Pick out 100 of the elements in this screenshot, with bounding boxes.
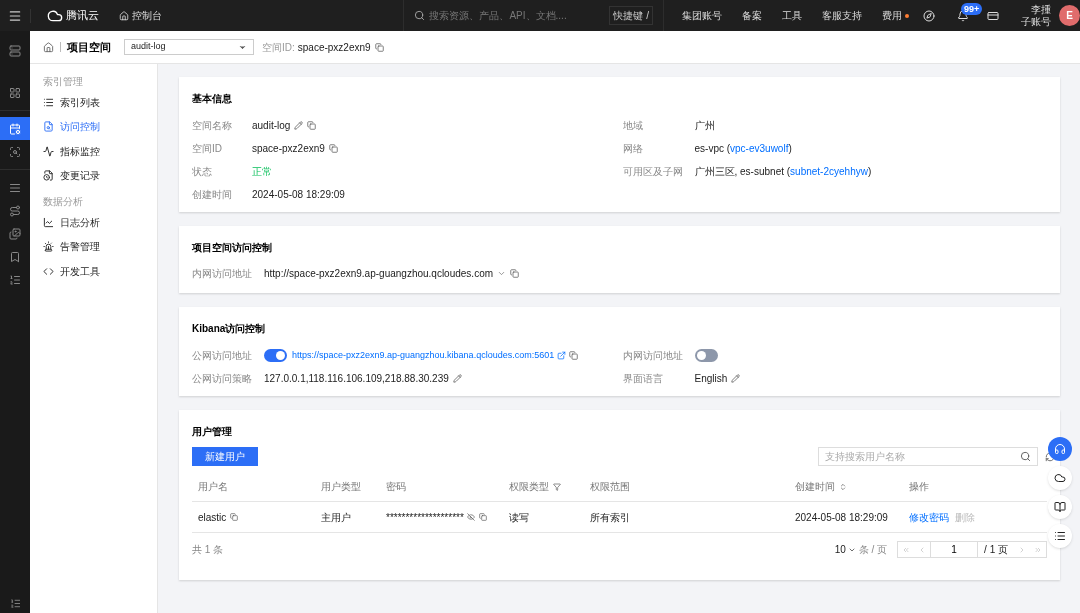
chart-icon xyxy=(43,216,54,228)
space-id-value: space-pxz2exn9 xyxy=(297,40,371,55)
cloud-icon xyxy=(1054,472,1066,484)
link[interactable]: vpc-ev3uwolf xyxy=(730,143,789,154)
menu-icon xyxy=(9,181,21,194)
sort-icon[interactable] xyxy=(839,482,847,491)
file-clock-icon xyxy=(43,170,54,182)
cloud-button[interactable] xyxy=(1048,466,1072,490)
copy-icon[interactable] xyxy=(510,268,520,278)
card-title: 项目空间访问控制 xyxy=(192,241,273,255)
search-icon xyxy=(1020,451,1031,462)
card-title: 用户管理 xyxy=(192,425,233,439)
sidebar-item[interactable]: 变更记录 xyxy=(43,163,157,188)
toggle-switch[interactable] xyxy=(694,349,718,362)
images-icon xyxy=(9,227,21,240)
shortcut-hint: 快捷键 / xyxy=(609,6,653,25)
field-label: 状态 xyxy=(192,165,213,179)
table-cell: 2024-05-08 18:29:09 xyxy=(795,511,888,523)
field-value: English xyxy=(694,372,728,386)
page-size-select[interactable]: 10 xyxy=(834,542,856,557)
copy-icon[interactable] xyxy=(307,121,317,130)
sidebar-item[interactable]: 索引列表 xyxy=(43,90,157,115)
sidebar-item[interactable]: 开发工具 xyxy=(43,259,157,284)
field-label: 地域 xyxy=(622,119,644,133)
column-header: 操作 xyxy=(909,480,929,494)
copy-icon[interactable] xyxy=(328,144,338,153)
kibana-link[interactable]: https://space-pxz2exn9.ap-guangzhou.kibana.qcloudes.com:5601 xyxy=(292,348,555,363)
eye-off-icon[interactable] xyxy=(466,513,475,521)
copy-icon[interactable] xyxy=(230,513,239,521)
external-link-icon[interactable] xyxy=(557,351,567,360)
copy-icon[interactable] xyxy=(374,42,384,52)
sidebar-group-title: 索引管理 xyxy=(43,75,84,89)
column-header: 创建时间 xyxy=(795,480,835,494)
nav-link[interactable]: 客服支持 xyxy=(822,8,862,23)
field-label: 公网访问策略 xyxy=(192,372,253,386)
rail-item[interactable] xyxy=(0,117,30,140)
card-title: Kibana访问控制 xyxy=(192,322,267,336)
nav-link[interactable]: 工具 xyxy=(782,8,802,23)
nav-link[interactable]: 备案 xyxy=(742,8,762,23)
field-value: audit-log xyxy=(252,119,291,133)
alarm-icon xyxy=(43,241,54,253)
calendar-icon xyxy=(9,122,21,135)
list-icon xyxy=(1054,530,1066,542)
nav-link[interactable]: 费用 xyxy=(882,8,902,23)
field-value: 广州 xyxy=(694,119,715,133)
nav-link[interactable]: 集团账号 xyxy=(682,8,722,23)
sidebar-item[interactable]: 访问控制 xyxy=(43,114,157,139)
field-label: 空间ID xyxy=(192,142,223,156)
book-icon xyxy=(1054,501,1066,513)
column-header: 密码 xyxy=(386,480,406,494)
card-title: 基本信息 xyxy=(192,92,233,106)
user-role: 子账号 xyxy=(1021,15,1051,28)
per-page-label: 条 / 页 xyxy=(858,543,888,557)
field-label: 可用区及子网 xyxy=(622,165,684,179)
filter-icon[interactable] xyxy=(553,482,561,491)
field-label: 公网访问地址 xyxy=(192,349,253,363)
new-user-button[interactable]: 新建用户 xyxy=(192,447,258,466)
file-search-icon xyxy=(43,121,54,133)
edit-icon[interactable] xyxy=(294,121,304,130)
collapse-icon[interactable] xyxy=(9,598,21,609)
card-icon[interactable] xyxy=(987,9,999,22)
field-value: 广州三区, es-subnet (subnet-2cyehhyw) xyxy=(694,165,872,179)
page-input[interactable]: 1 xyxy=(930,542,979,557)
action-link[interactable]: 修改密码 xyxy=(909,509,949,525)
list-button[interactable] xyxy=(1048,524,1072,548)
link[interactable]: subnet-2cyehhyw xyxy=(790,166,868,177)
field-value: space-pxz2exn9 xyxy=(252,142,325,156)
page-total: / 1 页 xyxy=(983,543,1009,557)
edit-icon[interactable] xyxy=(731,374,741,383)
support-button[interactable] xyxy=(1048,437,1072,461)
menu-icon[interactable] xyxy=(8,8,22,23)
field-label: 创建时间 xyxy=(192,188,233,202)
total-count: 共 1 条 xyxy=(192,543,224,557)
status-text: 正常 xyxy=(252,165,272,179)
search-field[interactable]: 搜索资源、产品、API、文档.... xyxy=(414,8,605,23)
field-value: es-vpc (vpc-ev3uwolf) xyxy=(694,142,792,156)
sidebar-item[interactable]: 日志分析 xyxy=(43,210,157,235)
address-select[interactable]: http://space-pxz2exn9.ap-guangzhou.qcloudes.com xyxy=(264,265,507,281)
search-icon xyxy=(414,10,426,21)
table-cell: 主用户 xyxy=(321,511,351,523)
toggle-switch[interactable] xyxy=(264,349,287,362)
copy-icon[interactable] xyxy=(478,513,487,521)
logo-text[interactable]: 腾讯云 xyxy=(66,7,99,24)
activity-icon xyxy=(43,145,54,157)
grid-icon xyxy=(9,86,21,99)
docs-button[interactable] xyxy=(1048,495,1072,519)
search-icon xyxy=(9,145,21,158)
edit-icon[interactable] xyxy=(452,374,462,383)
sidebar-item[interactable]: 告警管理 xyxy=(43,234,157,259)
home-icon[interactable] xyxy=(43,41,54,53)
space-select[interactable]: audit-log xyxy=(124,39,254,55)
field-label: 内网访问地址 xyxy=(192,266,253,281)
page-title: 项目空间 xyxy=(67,39,111,55)
user-name[interactable]: 李揰 xyxy=(1031,3,1051,16)
code-icon xyxy=(43,265,54,277)
console-link[interactable]: 控制台 xyxy=(132,8,162,23)
copy-icon[interactable] xyxy=(569,351,579,360)
field-label: 内网访问地址 xyxy=(622,349,684,363)
sidebar-item[interactable]: 指标监控 xyxy=(43,139,157,164)
compass-icon[interactable] xyxy=(923,9,935,22)
